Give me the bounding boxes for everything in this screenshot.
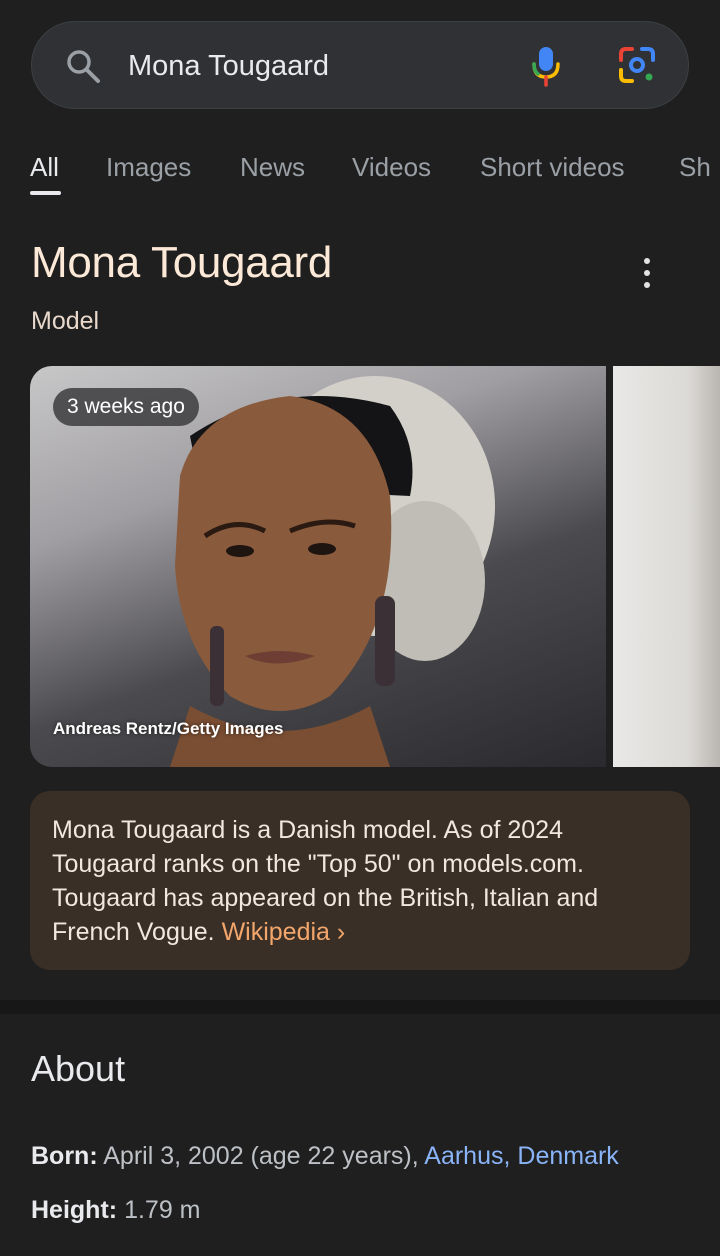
description-text: Mona Tougaard is a Danish model. As of 2… <box>52 813 672 949</box>
search-results-page: All Images News Videos Short videos Sh M… <box>0 0 720 1256</box>
more-options-icon[interactable] <box>636 256 658 290</box>
search-input[interactable] <box>128 44 508 88</box>
microphone-icon[interactable] <box>528 44 564 88</box>
tab-images[interactable]: Images <box>106 152 191 183</box>
tab-news[interactable]: News <box>240 152 305 183</box>
google-lens-icon[interactable] <box>616 44 658 86</box>
fact-born-label: Born: <box>31 1142 98 1170</box>
portrait-photo <box>170 376 495 767</box>
search-tabs: All Images News Videos Short videos Sh <box>0 140 720 200</box>
fact-height-label: Height: <box>31 1196 118 1224</box>
fact-born: Born: April 3, 2002 (age 22 years), Aarh… <box>31 1142 619 1171</box>
entity-photo-main[interactable]: 3 weeks ago Andreas Rentz/Getty Images <box>30 366 606 767</box>
tab-all[interactable]: All <box>30 152 59 183</box>
image-credit: Andreas Rentz/Getty Images <box>53 719 284 738</box>
wikipedia-link[interactable]: Wikipedia › <box>222 918 346 946</box>
fact-height: Height: 1.79 m <box>31 1196 201 1225</box>
fact-born-value: April 3, 2002 (age 22 years), <box>103 1142 419 1170</box>
search-icon[interactable] <box>64 47 104 87</box>
wikipedia-link-label[interactable]: Wikipedia <box>222 918 330 946</box>
entity-photo-secondary[interactable] <box>613 366 720 767</box>
chevron-right-icon: › <box>336 918 346 946</box>
entity-title: Mona Tougaard <box>31 238 333 287</box>
entity-subtitle: Model <box>31 307 100 335</box>
active-tab-indicator <box>30 191 61 195</box>
description-card: Mona Tougaard is a Danish model. As of 2… <box>30 791 690 970</box>
fact-height-value: 1.79 m <box>124 1196 201 1224</box>
tab-videos[interactable]: Videos <box>352 152 431 183</box>
section-divider <box>0 1000 720 1014</box>
birthplace-link[interactable]: Aarhus, Denmark <box>424 1142 619 1170</box>
tab-short-videos[interactable]: Short videos <box>480 152 625 183</box>
tab-shopping[interactable]: Sh <box>679 152 711 183</box>
about-heading: About <box>31 1048 126 1089</box>
image-age-badge: 3 weeks ago <box>53 388 199 426</box>
